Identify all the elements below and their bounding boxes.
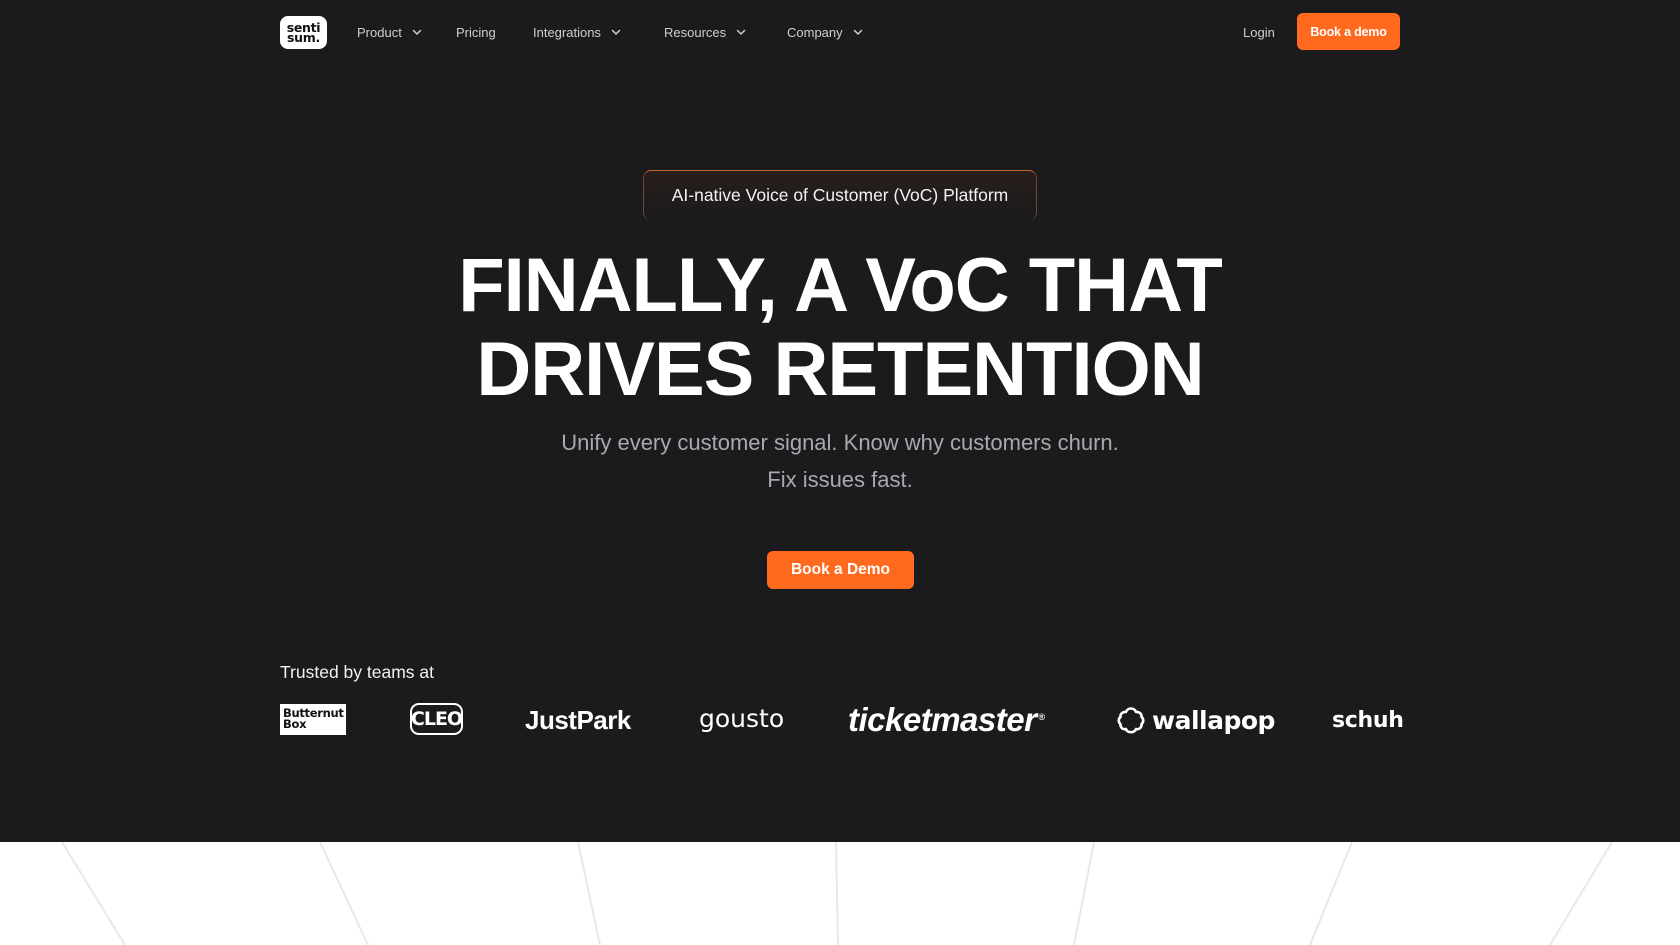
- ticketmaster-logo: ticketmaster ®: [848, 701, 1045, 738]
- book-demo-hero-button[interactable]: Book a Demo: [767, 551, 914, 589]
- nav-item-resources[interactable]: Resources: [664, 20, 747, 44]
- wallapop-wordmark: wallapop: [1152, 705, 1275, 735]
- sentisum-logo[interactable]: senti sum.: [280, 16, 327, 49]
- hero-headline: FINALLY, A VoC THAT DRIVES RETENTION: [340, 244, 1340, 412]
- wallapop-logo: wallapop: [1116, 703, 1275, 737]
- nav-item-label: Resources: [664, 24, 727, 40]
- subheading-line-2: Fix issues fast.: [767, 467, 913, 492]
- schuh-logo: schuh: [1332, 707, 1404, 733]
- nav-item-company[interactable]: Company: [787, 20, 864, 44]
- customer-logo-row: Butternut Box CLEO JustPark gousto ticke…: [0, 700, 1680, 740]
- ticketmaster-wordmark: ticketmaster: [848, 701, 1037, 738]
- headline-line-2: DRIVES RETENTION: [476, 327, 1204, 412]
- headline-line-1: FINALLY, A VoC THAT: [458, 243, 1223, 328]
- logo-line-2: sum.: [287, 29, 320, 45]
- nav-item-label: Integrations: [533, 24, 601, 40]
- nav-item-label: Product: [357, 24, 402, 40]
- login-link[interactable]: Login: [1243, 20, 1275, 44]
- justpark-logo: JustPark: [525, 704, 631, 735]
- butternut-box-logo: Butternut Box: [280, 704, 346, 735]
- nav-item-label: Company: [787, 24, 843, 40]
- wallapop-cloud-icon: [1116, 705, 1146, 735]
- nav-item-label: Pricing: [456, 24, 496, 40]
- trusted-label: Trusted by teams at: [280, 662, 434, 682]
- book-demo-nav-button[interactable]: Book a demo: [1297, 13, 1400, 50]
- nav-item-product[interactable]: Product: [357, 20, 423, 44]
- chevron-down-icon: [610, 26, 622, 38]
- nav-item-integrations[interactable]: Integrations: [533, 20, 622, 44]
- hero-subheading: Unify every customer signal. Know why cu…: [440, 424, 1240, 498]
- subheading-line-1: Unify every customer signal. Know why cu…: [561, 430, 1119, 455]
- decorative-lines: [61, 842, 1613, 945]
- gousto-logo: gousto: [699, 703, 785, 733]
- platform-badge: AI-native Voice of Customer (VoC) Platfo…: [643, 170, 1037, 220]
- butternut-line-2: Box: [283, 717, 307, 731]
- cleo-logo: CLEO: [410, 703, 463, 735]
- registered-mark: ®: [1038, 712, 1045, 722]
- nav-item-pricing[interactable]: Pricing: [456, 20, 496, 44]
- chevron-down-icon: [411, 26, 423, 38]
- chevron-down-icon: [852, 26, 864, 38]
- next-section-backdrop: [0, 842, 1680, 945]
- chevron-down-icon: [735, 26, 747, 38]
- top-navigation: senti sum. Product Pricing Integrations …: [0, 0, 1680, 64]
